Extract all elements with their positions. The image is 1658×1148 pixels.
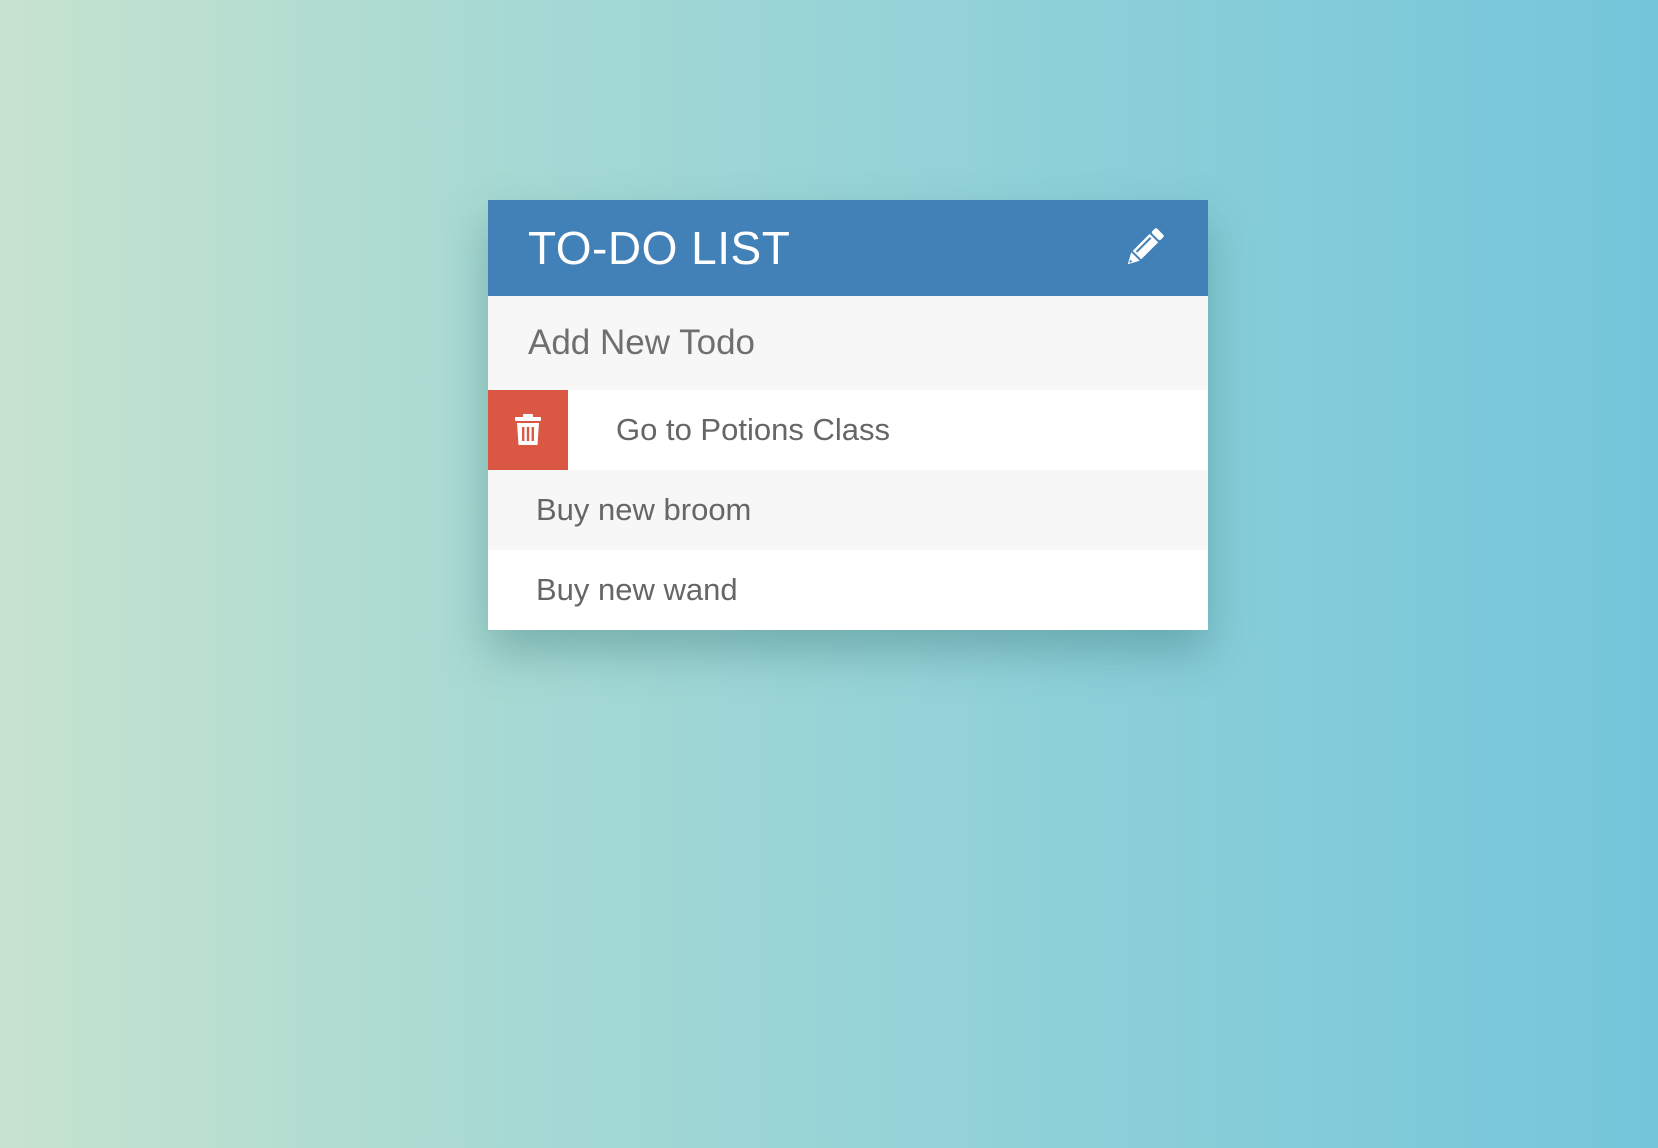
delete-todo-button[interactable] bbox=[488, 390, 568, 470]
todo-item-text: Buy new broom bbox=[536, 492, 752, 527]
todo-header: TO-DO LIST bbox=[488, 200, 1208, 296]
add-todo-input[interactable] bbox=[488, 296, 1208, 390]
trash-icon bbox=[515, 414, 541, 445]
todo-item-text: Go to Potions Class bbox=[616, 412, 890, 447]
todo-item[interactable]: Go to Potions Class bbox=[488, 390, 1208, 470]
toggle-input-button[interactable] bbox=[1118, 222, 1170, 274]
todo-card: TO-DO LIST Add New Todo Go to Potions Cl… bbox=[488, 200, 1208, 630]
todo-item-text: Buy new wand bbox=[536, 572, 738, 607]
todo-list: Go to Potions Class Buy new broom Buy ne… bbox=[488, 390, 1208, 630]
page-title: TO-DO LIST bbox=[528, 222, 791, 274]
add-todo-row bbox=[488, 296, 1208, 390]
pencil-icon bbox=[1127, 228, 1164, 265]
todo-item[interactable]: Buy new wand bbox=[488, 550, 1208, 630]
todo-item[interactable]: Buy new broom bbox=[488, 470, 1208, 550]
